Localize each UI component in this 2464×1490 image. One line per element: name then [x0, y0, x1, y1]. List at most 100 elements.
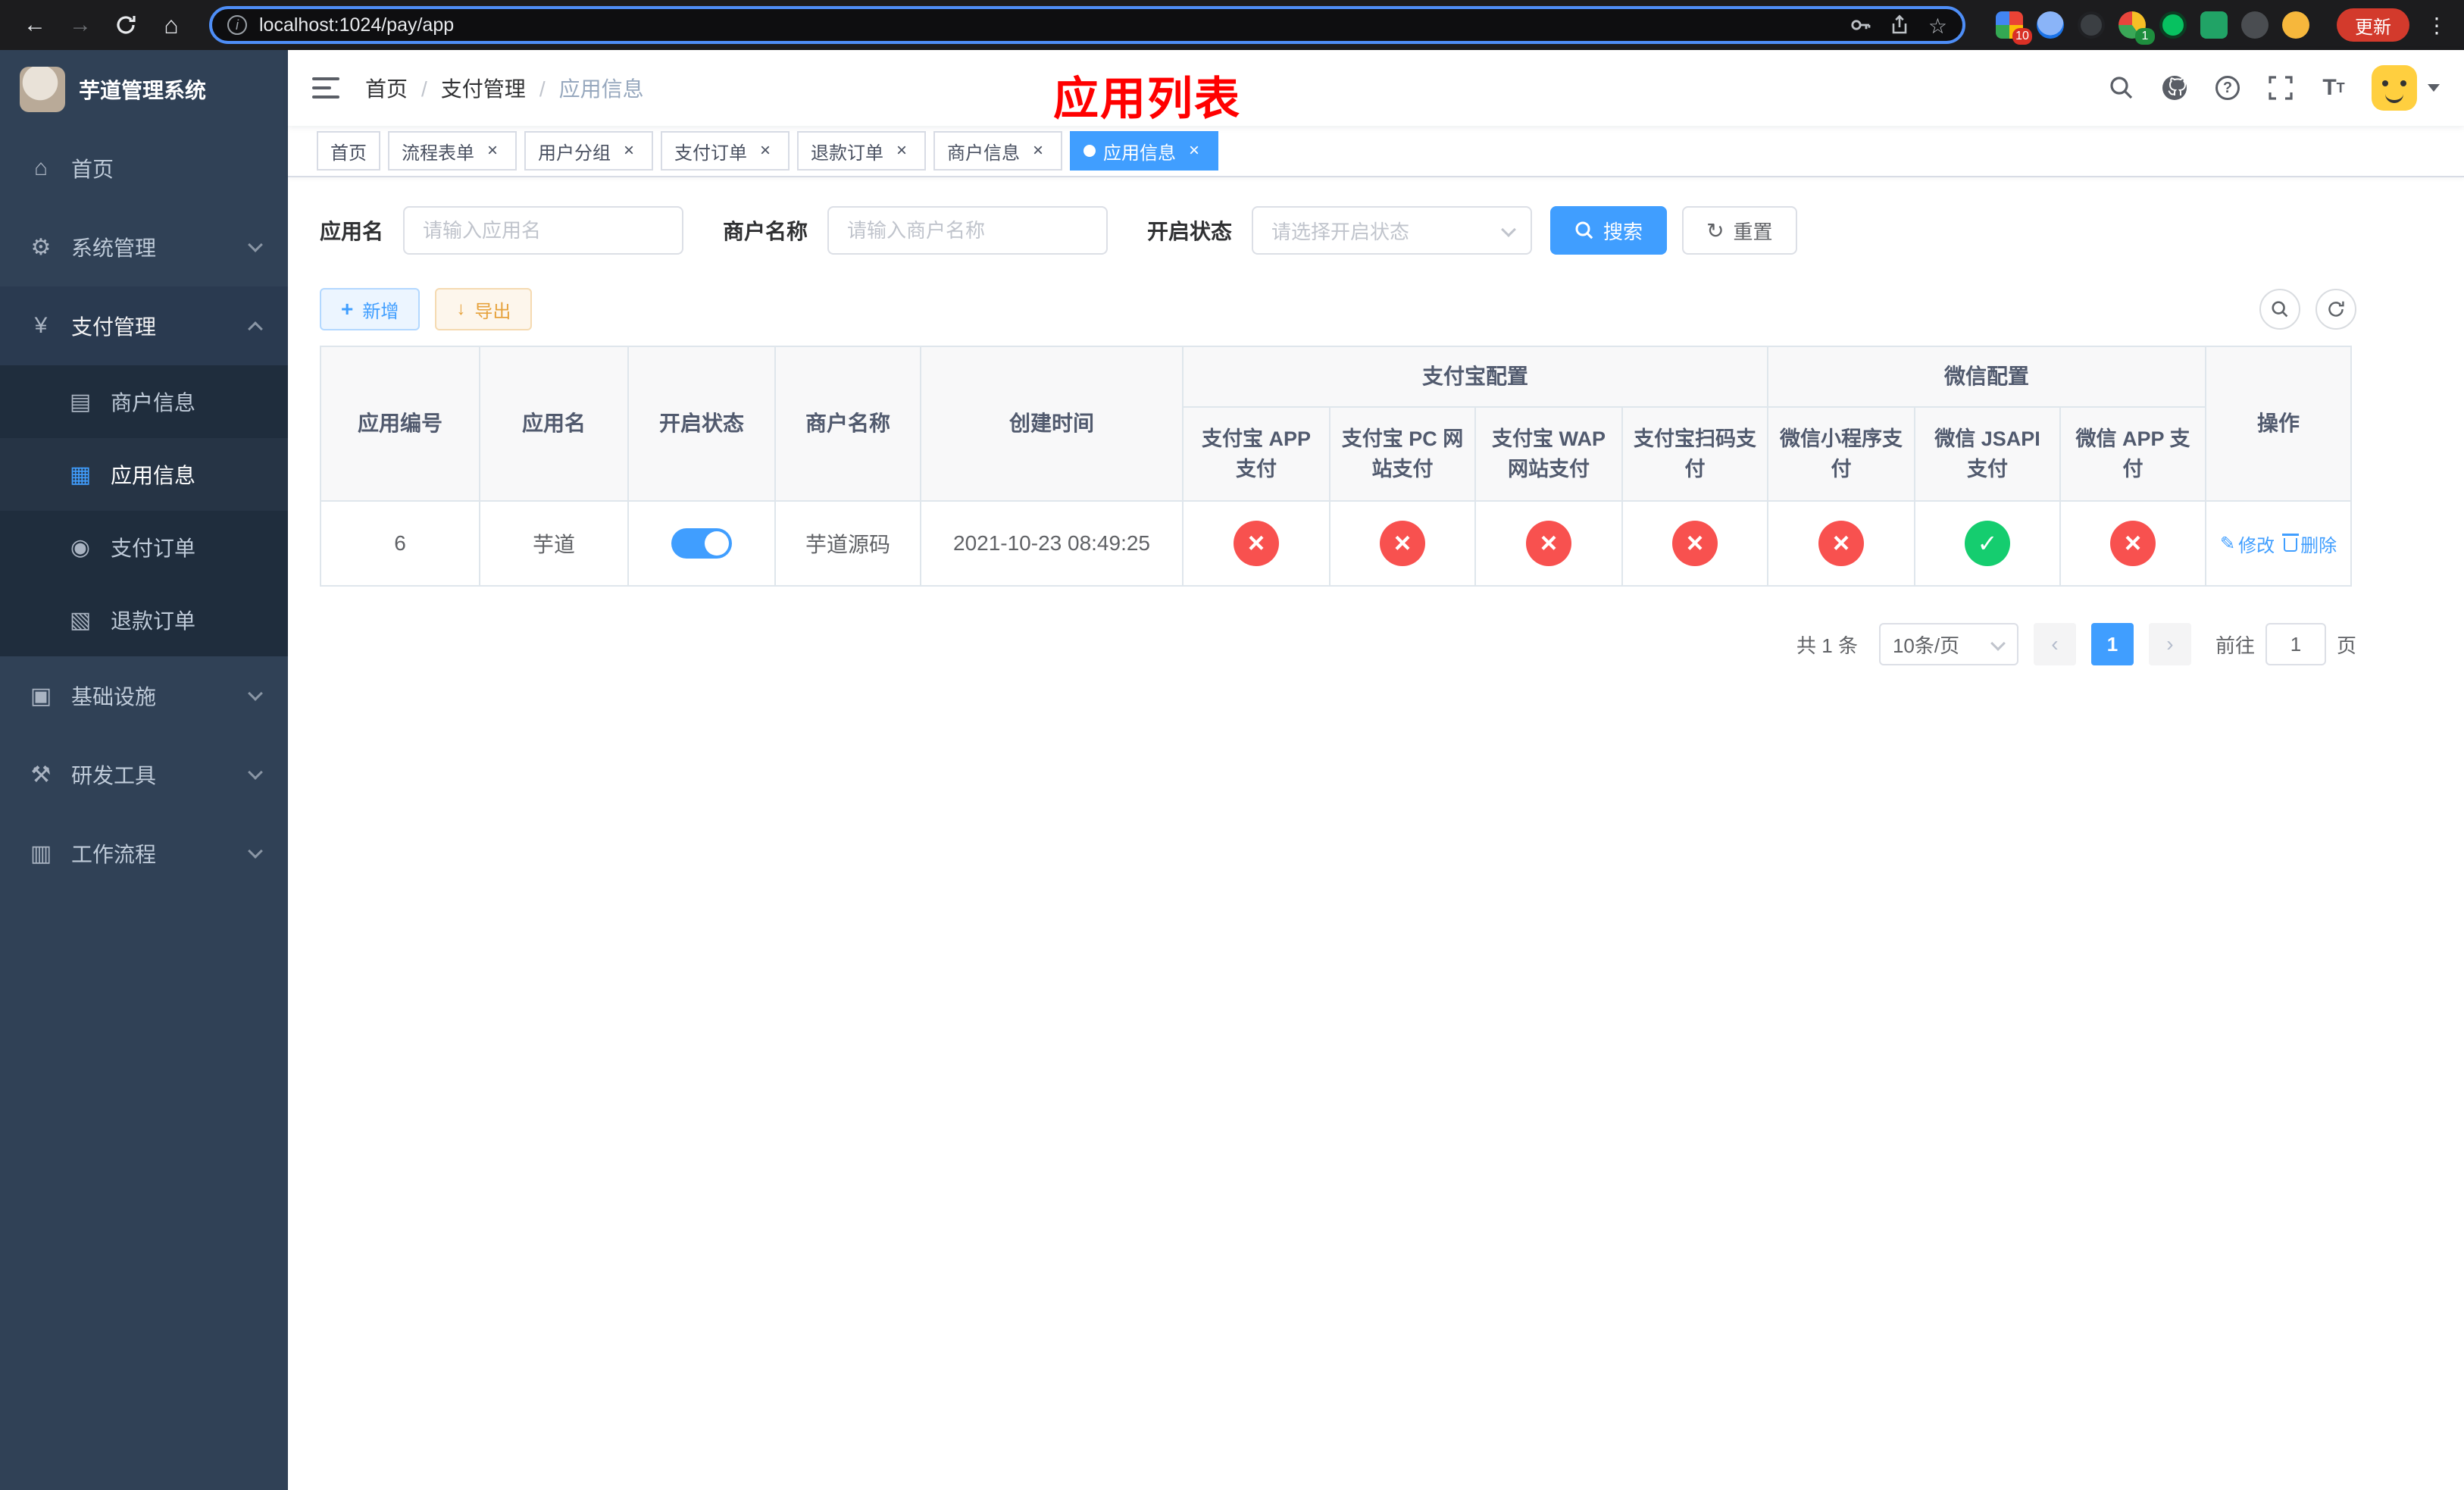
help-icon[interactable]: ?	[2212, 73, 2243, 103]
user-menu[interactable]	[2372, 65, 2440, 111]
select-placeholder: 请选择开启状态	[1271, 220, 1410, 243]
reset-button[interactable]: 重置	[1682, 206, 1797, 255]
tag-pay-orders[interactable]: 支付订单	[661, 131, 790, 171]
prev-page-button[interactable]	[2033, 623, 2076, 665]
browser-forward-icon[interactable]	[61, 5, 100, 45]
tag-label: 退款订单	[811, 142, 883, 164]
plus-icon	[341, 297, 353, 321]
add-button[interactable]: 新增	[320, 288, 421, 330]
sidebar-item-home[interactable]: ⌂ 首页	[0, 129, 288, 208]
page-size-select[interactable]: 10条/页	[1878, 623, 2018, 665]
edit-label: 修改	[2238, 535, 2275, 556]
status-toggle[interactable]	[671, 528, 732, 559]
search-button-label: 搜索	[1603, 220, 1643, 243]
browser-menu-icon[interactable]	[2425, 13, 2449, 38]
close-icon[interactable]	[755, 140, 776, 161]
sidebar-item-pay-orders[interactable]: ◉ 支付订单	[0, 511, 288, 584]
close-icon[interactable]	[1027, 140, 1049, 161]
close-icon[interactable]	[891, 140, 912, 161]
export-button[interactable]: 导出	[435, 288, 533, 330]
extensions-puzzle-icon[interactable]	[2241, 11, 2269, 39]
extension-icon[interactable]	[2037, 11, 2064, 39]
next-page-button[interactable]	[2148, 623, 2191, 665]
font-size-icon[interactable]: TT	[2319, 73, 2349, 103]
channel-status-icon	[1672, 521, 1718, 566]
page-title: 应用列表	[1053, 74, 1241, 124]
sidebar-item-refund-orders[interactable]: ▧ 退款订单	[0, 584, 288, 656]
sidebar-collapse-icon[interactable]	[312, 77, 339, 99]
tag-label: 流程表单	[402, 142, 474, 164]
sidebar: 芋道管理系统 ⌂ 首页 ⚙ 系统管理 ¥ 支付管理 ▤ 商户信息 ▦ 应用信息 …	[0, 50, 288, 1490]
yen-icon: ¥	[34, 313, 48, 338]
search-button[interactable]: 搜索	[1550, 206, 1668, 255]
cell-app-name: 芋道	[479, 500, 629, 587]
filter-form: 应用名 商户名称 开启状态 请选择开启状态 搜索 重置	[320, 206, 2464, 255]
sidebar-item-infrastructure[interactable]: ▣ 基础设施	[0, 656, 288, 735]
sidebar-item-dev-tools[interactable]: ⚒ 研发工具	[0, 735, 288, 814]
breadcrumb-home[interactable]: 首页	[365, 73, 408, 103]
close-icon[interactable]	[482, 140, 503, 161]
chevron-up-icon	[248, 321, 263, 337]
col-alipay-qr: 支付宝扫码支付	[1621, 406, 1769, 502]
status-select[interactable]: 请选择开启状态	[1252, 206, 1533, 255]
tag-merchant-info[interactable]: 商户信息	[933, 131, 1062, 171]
sidebar-menu: ⌂ 首页 ⚙ 系统管理 ¥ 支付管理 ▤ 商户信息 ▦ 应用信息 ◉ 支付订单 …	[0, 129, 288, 1490]
refresh-icon	[1706, 218, 1724, 243]
merchant-name-input[interactable]	[827, 206, 1108, 255]
extension-icon[interactable]: 1	[2118, 11, 2155, 45]
sidebar-item-workflow[interactable]: ▥ 工作流程	[0, 814, 288, 893]
address-bar[interactable]: i localhost:1024/pay/app	[209, 6, 1965, 44]
browser-toolbar: i localhost:1024/pay/app 10 1 更新	[0, 0, 2464, 50]
table-toolbar: 新增 导出	[320, 288, 2356, 330]
fullscreen-icon[interactable]	[2265, 73, 2296, 103]
profile-avatar-icon[interactable]	[2282, 11, 2309, 39]
bookmark-star-icon[interactable]	[1928, 11, 1947, 39]
edit-link[interactable]: 修改	[2220, 531, 2275, 557]
sidebar-item-app-info[interactable]: ▦ 应用信息	[0, 438, 288, 511]
sidebar-item-label: 应用信息	[111, 464, 196, 487]
goto-page-input[interactable]	[2265, 623, 2326, 665]
browser-update-button[interactable]: 更新	[2337, 8, 2409, 42]
app-logo[interactable]: 芋道管理系统	[0, 50, 288, 129]
sidebar-item-label: 系统管理	[71, 236, 157, 260]
page-number-1[interactable]: 1	[2090, 623, 2134, 665]
github-icon[interactable]	[2159, 73, 2190, 103]
monitor-icon: ▣	[30, 683, 52, 709]
sidebar-item-payment[interactable]: ¥ 支付管理	[0, 286, 288, 365]
extension-icon[interactable]	[2200, 11, 2228, 39]
tag-refund-orders[interactable]: 退款订单	[797, 131, 926, 171]
col-app-id: 应用编号	[320, 346, 480, 502]
password-key-icon[interactable]	[1850, 14, 1871, 36]
close-icon[interactable]	[1184, 140, 1205, 161]
col-alipay-pc: 支付宝 PC 网站支付	[1329, 406, 1476, 502]
tag-home[interactable]: 首页	[317, 131, 380, 171]
sidebar-item-merchant-info[interactable]: ▤ 商户信息	[0, 365, 288, 438]
browser-back-icon[interactable]	[15, 5, 55, 45]
browser-home-icon[interactable]	[152, 5, 191, 45]
page-content: 应用名 商户名称 开启状态 请选择开启状态 搜索 重置	[288, 177, 2464, 1490]
search-icon[interactable]	[2106, 73, 2137, 103]
close-icon[interactable]	[618, 140, 639, 161]
refresh-table-button[interactable]	[2315, 289, 2356, 330]
breadcrumb-payment[interactable]: 支付管理	[408, 73, 526, 103]
cell-app-id: 6	[320, 500, 480, 587]
url-text: localhost:1024/pay/app	[259, 14, 455, 36]
tag-app-info[interactable]: 应用信息	[1070, 131, 1218, 171]
sidebar-item-system[interactable]: ⚙ 系统管理	[0, 208, 288, 286]
site-info-icon[interactable]: i	[227, 15, 247, 35]
breadcrumb-current: 应用信息	[526, 73, 644, 103]
extension-icon[interactable]	[2159, 11, 2187, 39]
tag-process-form[interactable]: 流程表单	[388, 131, 517, 171]
tags-view: 首页 流程表单 用户分组 支付订单 退款订单	[288, 126, 2464, 177]
browser-refresh-icon[interactable]	[106, 5, 145, 45]
delete-link[interactable]: 删除	[2282, 531, 2337, 557]
export-button-label: 导出	[474, 301, 511, 322]
active-dot	[1083, 145, 1096, 157]
extension-icon[interactable]	[2078, 11, 2105, 39]
app-name-input[interactable]	[403, 206, 684, 255]
share-icon[interactable]	[1889, 14, 1910, 36]
extension-icon[interactable]: 10	[1996, 11, 2032, 45]
toggle-search-button[interactable]	[2259, 289, 2300, 330]
col-wechat-app: 微信 APP 支付	[2059, 406, 2207, 502]
tag-user-group[interactable]: 用户分组	[524, 131, 653, 171]
